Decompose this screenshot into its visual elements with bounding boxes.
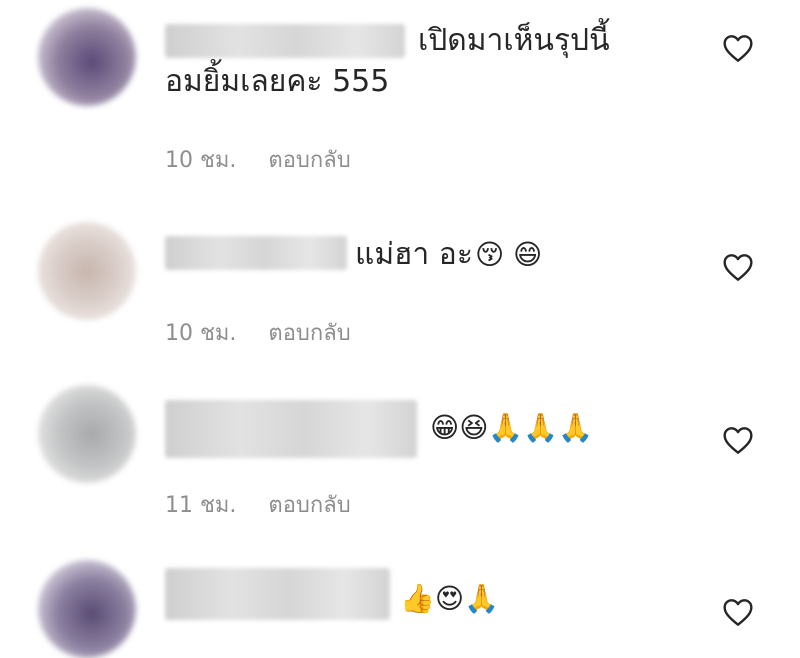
comment-text: เปิดมาเห็นรุปนี้ [418,23,610,58]
like-button[interactable] [722,597,754,627]
timestamp: 10 ชม. [165,148,237,173]
emoji: 😁😆🙏🙏🙏 [430,411,593,444]
avatar[interactable] [38,385,136,483]
avatar[interactable] [38,8,136,106]
username-blurred[interactable] [165,24,405,58]
comment-text-body: แม่ฮา อะ [355,237,473,272]
avatar[interactable] [38,560,136,658]
like-button[interactable] [722,33,754,63]
heart-outline-icon [723,427,753,454]
like-button[interactable] [722,425,754,455]
comment-meta: 10 ชม. ตอบกลับ [165,315,351,350]
timestamp: 11 ชม. [165,493,237,518]
emoji: 😚 😄 [474,238,543,271]
username-blurred[interactable] [165,568,390,620]
comment-text: แม่ฮา อะ😚 😄 [355,233,542,277]
comment-text: 😁😆🙏🙏🙏 [428,406,593,450]
comment-meta: 10 ชม. ตอบกลับ [165,142,351,177]
username-blurred[interactable] [165,236,347,270]
heart-outline-icon [723,254,753,281]
avatar[interactable] [38,222,136,320]
comment-text: 👍😍🙏 [398,577,499,621]
reply-button[interactable]: ตอบกลับ [268,493,350,518]
heart-outline-icon [723,35,753,62]
comment-text: อมยิ้มเลยคะ 555 [165,64,390,99]
reply-button[interactable]: ตอบกลับ [268,148,350,173]
username-blurred[interactable] [165,400,417,458]
like-button[interactable] [722,252,754,282]
emoji: 👍😍🙏 [400,582,499,615]
comment-meta: 11 ชม. ตอบกลับ [165,487,351,522]
reply-button[interactable]: ตอบกลับ [268,321,350,346]
heart-outline-icon [723,599,753,626]
timestamp: 10 ชม. [165,321,237,346]
